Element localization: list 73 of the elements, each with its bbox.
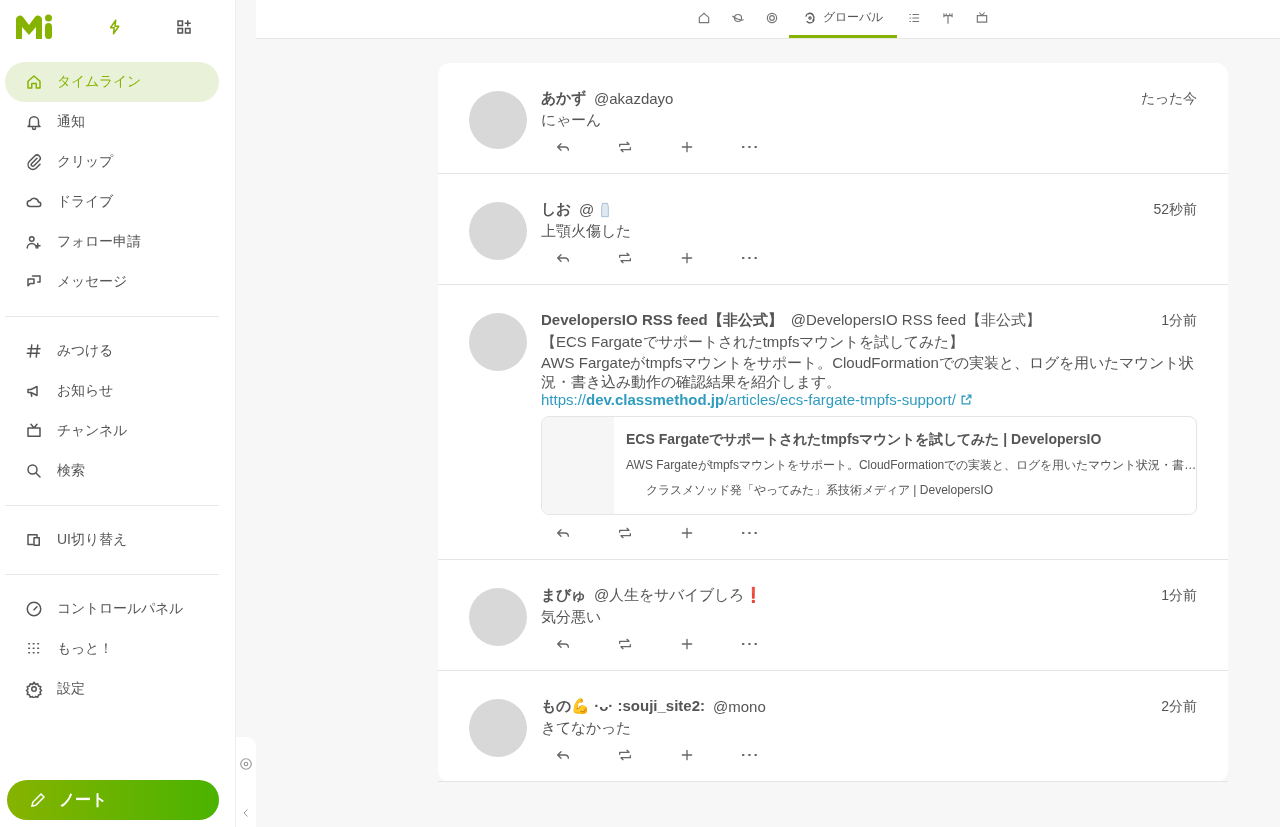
note-text: 気分悪い	[541, 607, 602, 626]
nav-item[interactable]: 設定	[5, 669, 219, 709]
user-handle: @akazdayo	[594, 90, 674, 107]
search-icon	[25, 462, 43, 480]
home-icon	[697, 10, 711, 25]
user-name[interactable]: もの💪 ·ᴗ· :souji_site2:	[541, 697, 705, 716]
note-text: AWS Fargateがtmpfsマウントをサポート。CloudFormationでの実装と、ログを用いたマウント状況・書き込み動作の確認結果を紹介します。	[541, 353, 1195, 391]
nav-item[interactable]: クリップ	[5, 142, 219, 182]
more-icon	[741, 531, 757, 535]
nav-item[interactable]: チャンネル	[5, 411, 219, 451]
antenna-icon	[941, 10, 955, 25]
plus-icon	[679, 139, 695, 155]
user-handle: @DevelopersIO RSS feed【非公式】	[790, 311, 1042, 330]
nav-item[interactable]: ドライブ	[5, 182, 219, 222]
user-name[interactable]: DevelopersIO RSS feed【非公式】	[541, 311, 783, 330]
plus-icon	[679, 250, 695, 266]
plus-icon	[679, 636, 695, 652]
external-link-icon	[959, 393, 973, 406]
paperclip-icon	[25, 153, 43, 171]
user-name[interactable]: あかず	[541, 89, 586, 108]
settings-icon[interactable]	[239, 757, 253, 771]
widgets-icon[interactable]	[175, 18, 193, 36]
nav-item[interactable]: 通知	[5, 102, 219, 142]
note-text: きてなかった	[541, 718, 632, 737]
plus-icon	[679, 747, 695, 763]
settings-icon	[25, 680, 43, 698]
nav-item[interactable]: お知らせ	[5, 371, 219, 411]
repeat-icon	[617, 636, 633, 652]
home-icon	[25, 73, 43, 91]
preview-title: ECS Fargateでサポートされたtmpfsマウントを試してみた | DevelopersIO	[626, 431, 1103, 449]
nav-item[interactable]: 検索	[5, 451, 219, 491]
more-icon	[741, 145, 757, 149]
preview-site-name: クラスメソッド発「やってみた」系技術メディア | DevelopersIO	[646, 482, 995, 499]
tv-icon	[25, 422, 43, 440]
note-text: 上顎火傷した	[541, 221, 632, 240]
whirl-icon	[803, 10, 817, 25]
timestamp[interactable]: 1分前	[1161, 311, 1197, 330]
tv-icon	[975, 10, 989, 25]
nav-item[interactable]: UI切り替え	[5, 520, 219, 560]
timestamp[interactable]: 1分前	[1161, 586, 1197, 605]
repeat-icon	[617, 139, 633, 155]
note-text: 【ECS Fargateでサポートされたtmpfsマウントを試してみた】	[541, 332, 966, 351]
bell-icon	[25, 113, 43, 131]
person-plus-icon	[25, 233, 43, 251]
timestamp[interactable]: たった今	[1141, 89, 1197, 108]
pencil-icon	[29, 791, 47, 809]
link-preview-card[interactable]: ECS Fargateでサポートされたtmpfsマウントを試してみた | DevelopersIO AWS Fargateがtmpfsマウントをサポート。CloudFormationでの実装と、ログを用いたマウント状況・書… クラスメソッド発「やってみた」系技術メディア | DevelopersIO	[541, 416, 1197, 515]
user-handle: @人生をサバイブしろ❗	[594, 586, 764, 605]
gauge-icon	[25, 600, 43, 618]
note-text: にゃーん	[541, 110, 602, 129]
user-name[interactable]: しお	[541, 200, 571, 219]
user-handle: @mono	[713, 698, 766, 715]
more-icon	[741, 753, 757, 757]
more-icon	[741, 256, 757, 260]
user-name[interactable]: まびゅ	[541, 586, 586, 605]
timeline-tab[interactable]: グローバル	[789, 0, 897, 38]
nav-item[interactable]: みつける	[5, 331, 219, 371]
nav-item[interactable]: メッセージ	[5, 262, 219, 302]
nav-item[interactable]: もっと！	[5, 629, 219, 669]
repeat-icon	[617, 525, 633, 541]
user-handle: @	[579, 201, 595, 218]
devices-icon	[25, 531, 43, 549]
repeat-icon	[617, 747, 633, 763]
timestamp[interactable]: 2分前	[1161, 697, 1197, 716]
spiral-icon	[765, 10, 779, 25]
timestamp[interactable]: 52秒前	[1153, 200, 1197, 219]
nav-item[interactable]: コントロールパネル	[5, 589, 219, 629]
logo-icon[interactable]	[14, 13, 54, 41]
hash-icon	[25, 342, 43, 360]
nav-item[interactable]: フォロー申請	[5, 222, 219, 262]
more-icon	[741, 642, 757, 646]
repeat-icon	[617, 250, 633, 266]
plus-icon	[679, 525, 695, 541]
